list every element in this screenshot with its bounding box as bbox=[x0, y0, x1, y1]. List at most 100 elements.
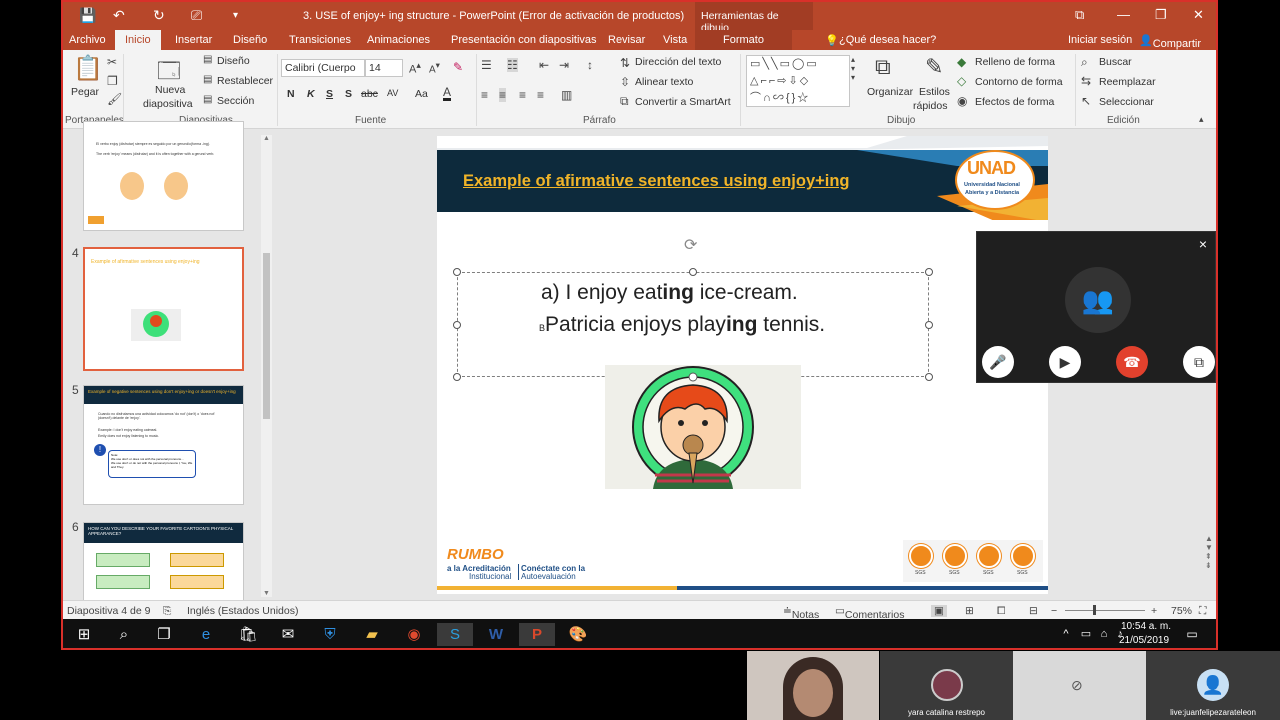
fit-slide-icon[interactable]: ⛶ bbox=[1199, 605, 1206, 618]
language-indicator[interactable]: Inglés (Estados Unidos) bbox=[187, 605, 298, 617]
justify-icon[interactable]: ≡ bbox=[537, 88, 544, 102]
resize-handle-tl[interactable] bbox=[453, 268, 461, 276]
quick-styles-label-1[interactable]: Estilos bbox=[919, 86, 950, 98]
task-view-icon[interactable]: ❐ bbox=[151, 623, 177, 646]
line-spacing-icon[interactable]: ↕ bbox=[587, 58, 593, 72]
gallery-scroll-icon[interactable]: ▴ ▾ ▾ bbox=[851, 55, 855, 82]
notes-button[interactable]: ≐ Notas bbox=[783, 605, 819, 621]
tab-transiciones[interactable]: Transiciones bbox=[289, 34, 351, 46]
reset-button[interactable]: Restablecer bbox=[217, 75, 273, 87]
word-icon[interactable]: W bbox=[483, 623, 509, 646]
cut-icon[interactable]: ✂ bbox=[107, 55, 117, 69]
grow-font-icon[interactable]: A▴ bbox=[409, 60, 421, 76]
new-slide-label-2[interactable]: diapositiva bbox=[143, 98, 193, 110]
search-icon[interactable]: ⌕ bbox=[111, 623, 137, 646]
notifications-icon[interactable]: ▭ bbox=[1179, 623, 1205, 646]
slide-thumbnail-6[interactable]: HOW CAN YOU DESCRIBE YOUR FAVORITE CARTO… bbox=[83, 522, 244, 602]
bullets-icon[interactable]: ☰ bbox=[481, 58, 492, 72]
new-slide-label-1[interactable]: Nueva bbox=[155, 84, 185, 96]
paste-button[interactable]: Pegar bbox=[71, 86, 99, 98]
slide-thumbnail-3[interactable]: El verbo enjoy (disfrutar) siempre es se… bbox=[83, 121, 244, 231]
align-text-button[interactable]: Alinear texto bbox=[635, 76, 693, 88]
shape-fill-button[interactable]: Relleno de forma bbox=[975, 56, 1055, 68]
spellcheck-icon[interactable]: ⎘ bbox=[163, 605, 171, 618]
paint-icon[interactable]: 🎨 bbox=[565, 623, 591, 646]
ribbon-display-icon[interactable]: ⧉ bbox=[1075, 7, 1084, 23]
resize-handle-r[interactable] bbox=[925, 321, 933, 329]
collapse-ribbon-icon[interactable]: ▴ bbox=[1199, 114, 1204, 125]
layout-button[interactable]: Diseño bbox=[217, 55, 250, 67]
slide-thumbnail-4[interactable]: Example of afirmative sentences using en… bbox=[83, 247, 244, 371]
font-size-select[interactable]: 14 bbox=[365, 59, 403, 77]
shadow-button[interactable]: S bbox=[345, 88, 352, 100]
align-left-icon[interactable]: ≡ bbox=[481, 88, 488, 102]
microphone-button[interactable]: 🎤 bbox=[982, 346, 1014, 378]
comments-button[interactable]: ▭ Comentarios bbox=[835, 605, 904, 621]
tell-me-input[interactable]: ¿Qué desea hacer? bbox=[839, 34, 936, 46]
zoom-slider[interactable] bbox=[1065, 610, 1145, 611]
resize-handle-bl[interactable] bbox=[453, 373, 461, 381]
columns-icon[interactable]: ▥ bbox=[561, 88, 572, 102]
thumbnail-scrollbar[interactable]: ▲ ▼ bbox=[261, 135, 272, 597]
skype-icon[interactable]: S bbox=[437, 623, 473, 646]
align-center-icon[interactable]: ≡ bbox=[499, 88, 507, 102]
shrink-font-icon[interactable]: A▾ bbox=[429, 60, 440, 75]
sign-in-link[interactable]: Iniciar sesión bbox=[1068, 34, 1132, 46]
defender-icon[interactable]: ⛨ bbox=[317, 623, 343, 646]
participant-juanfelipe[interactable]: 👤 live:juanfelipezarateleon bbox=[1146, 651, 1280, 720]
select-button[interactable]: Seleccionar bbox=[1099, 96, 1154, 108]
resize-handle-t[interactable] bbox=[689, 268, 697, 276]
participant-yara[interactable]: yara catalina restrepo bbox=[880, 651, 1013, 720]
tab-insertar[interactable]: Insertar bbox=[175, 34, 212, 46]
numbering-icon[interactable]: ☷ bbox=[507, 58, 518, 72]
tab-vista[interactable]: Vista bbox=[663, 34, 687, 46]
align-right-icon[interactable]: ≡ bbox=[519, 88, 526, 102]
close-button[interactable]: ✕ bbox=[1193, 7, 1204, 23]
quick-styles-icon[interactable]: ✎ bbox=[925, 54, 943, 80]
resize-handle-br[interactable] bbox=[925, 373, 933, 381]
zoom-level[interactable]: 75% bbox=[1171, 605, 1192, 617]
smartart-button[interactable]: Convertir a SmartArt bbox=[635, 96, 731, 108]
tray-time[interactable]: 10:54 a. m. bbox=[1121, 621, 1171, 632]
tab-archivo[interactable]: Archivo bbox=[69, 34, 106, 46]
slideshow-icon[interactable]: ⊟ bbox=[1029, 605, 1038, 617]
minimize-button[interactable]: — bbox=[1117, 7, 1130, 22]
italic-button[interactable]: K bbox=[307, 88, 315, 100]
slide-thumbnail-5[interactable]: Example of negative sentences using don'… bbox=[83, 385, 244, 505]
reading-view-icon[interactable]: ⧠ bbox=[997, 605, 1005, 618]
selected-text-box[interactable]: a) I enjoy eating ice-cream. BPatricia e… bbox=[457, 272, 929, 377]
share-button[interactable]: 👤 Compartir bbox=[1139, 34, 1201, 50]
zoom-in-button[interactable]: + bbox=[1151, 605, 1157, 617]
save-icon[interactable]: 💾 bbox=[79, 7, 96, 24]
undo-icon[interactable]: ↶ bbox=[113, 7, 125, 24]
decrease-indent-icon[interactable]: ⇤ bbox=[539, 58, 549, 72]
sentence-a[interactable]: a) I enjoy eating ice-cream. bbox=[541, 281, 798, 305]
replace-button[interactable]: Reemplazar bbox=[1099, 76, 1156, 88]
find-button[interactable]: Buscar bbox=[1099, 56, 1132, 68]
slide-title[interactable]: Example of afirmative sentences using en… bbox=[463, 172, 850, 191]
powerpoint-taskbar-icon[interactable]: P bbox=[519, 623, 555, 646]
shape-effects-button[interactable]: Efectos de forma bbox=[975, 96, 1054, 108]
call-close-button[interactable]: × bbox=[1199, 236, 1207, 252]
windows-start-icon[interactable]: ⊞ bbox=[71, 623, 97, 646]
participant-self-video[interactable] bbox=[747, 651, 879, 720]
boy-eating-ice-cream-image[interactable] bbox=[605, 365, 801, 489]
shape-outline-button[interactable]: Contorno de forma bbox=[975, 76, 1063, 88]
tab-animaciones[interactable]: Animaciones bbox=[367, 34, 430, 46]
resize-handle-l[interactable] bbox=[453, 321, 461, 329]
tab-presentacion[interactable]: Presentación con diapositivas bbox=[451, 34, 597, 46]
copy-icon[interactable]: ❐ bbox=[107, 74, 118, 88]
tray-date[interactable]: 21/05/2019 bbox=[1119, 635, 1169, 646]
increase-indent-icon[interactable]: ⇥ bbox=[559, 58, 569, 72]
file-explorer-icon[interactable]: ▰ bbox=[359, 623, 385, 646]
hang-up-button[interactable]: ☎ bbox=[1116, 346, 1148, 378]
paste-icon[interactable]: 📋 bbox=[73, 54, 103, 83]
mail-icon[interactable]: ✉ bbox=[275, 623, 301, 646]
edge-icon[interactable]: e bbox=[193, 623, 219, 646]
strike-button[interactable]: abc bbox=[361, 88, 378, 100]
video-camera-button[interactable]: ▶ bbox=[1049, 346, 1081, 378]
quick-styles-label-2[interactable]: rápidos bbox=[913, 100, 947, 112]
slide-sorter-icon[interactable]: ⊞ bbox=[965, 605, 974, 617]
clear-format-icon[interactable]: ✎ bbox=[453, 60, 463, 74]
switch-window-button[interactable]: ⧉ bbox=[1183, 346, 1215, 378]
